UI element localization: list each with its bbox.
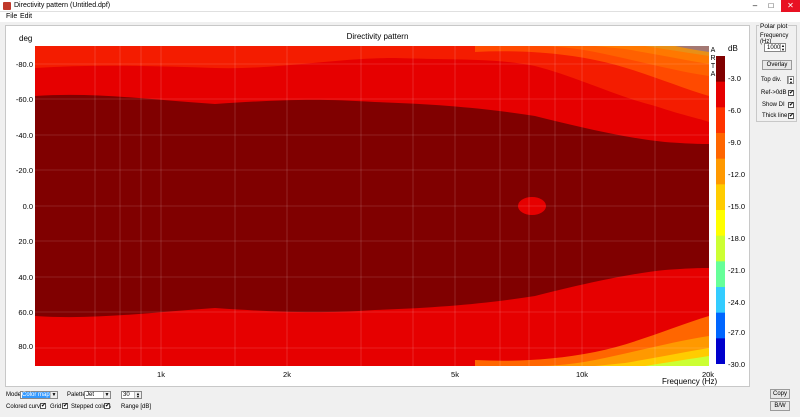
colorbar-tick: -24.0 [728,298,746,307]
grid-label: Grid [50,404,62,410]
colorbar-tick: -3.0 [728,74,741,83]
frequency-spinner[interactable]: 1000 ▲ ▼ [764,43,786,52]
x-tick: 5k [451,370,459,379]
spinner-arrows-icon[interactable]: ▲ ▼ [780,44,785,51]
copy-button[interactable]: Copy [770,389,790,399]
mode-select[interactable]: Color map ▼ [20,391,58,399]
overlay-button[interactable]: Overlay [762,60,792,70]
checkmark-icon: ✔ [105,403,111,409]
y-axis-label: deg [19,34,33,43]
colorbar-label: dB [728,44,738,53]
palette-label: Palette [67,392,86,398]
range-label: Range [dB] [121,404,152,410]
maximize-button[interactable]: □ [763,0,779,12]
checkmark-icon: ✔ [789,90,795,96]
top-div-spinner[interactable]: ▲ ▼ [787,76,794,84]
colorbar-segment [716,287,725,314]
menu-file[interactable]: File [6,13,17,20]
x-tick: 10k [575,370,589,379]
spinner-arrows-icon[interactable]: ▲ ▼ [788,77,793,84]
show-label: Show DI [762,102,785,108]
menu-bar: File Edit [0,12,800,22]
colorbar-tick: -18.0 [728,234,746,243]
chevron-down-icon[interactable]: ▼ [103,392,110,398]
colorbar-segment [716,261,725,288]
colorbar-segment [716,107,725,134]
x-tick: 1k [157,370,165,379]
range-spinner[interactable]: 30 ▲ ▼ [121,391,142,399]
y-tick: -60.0 [15,95,33,104]
x-tick: 2k [283,370,291,379]
colorbar-tick: -9.0 [728,138,741,147]
palette-select[interactable]: Jet ▼ [84,391,111,399]
close-button[interactable]: ✕ [781,0,800,12]
colorbar-segment [716,210,725,237]
grid-checkbox[interactable]: ✔ [62,403,68,409]
ref-checkbox[interactable]: ✔ [788,90,794,96]
y-tick: -80.0 [15,60,33,69]
colorbar-segment [716,158,725,185]
checkmark-icon: ✔ [63,403,69,409]
colorbar-tick: -30.0 [728,360,746,369]
colorbar-segment [716,312,725,339]
x-axis-label: Frequency (Hz) [662,377,718,386]
colorbar-tick: -6.0 [728,106,741,115]
colorbar [716,56,725,364]
bottom-controls: Mode Color map ▼ Palette Jet ▼ 30 ▲ ▼ Colore… [0,388,800,417]
colorbar-tick: -27.0 [728,328,746,337]
y-tick: 40.0 [18,273,33,282]
polar-plot-group-title: Polar plot [759,23,789,30]
show-checkbox[interactable]: ✔ [788,102,794,108]
y-tick: 0.0 [22,202,33,211]
colorbar-segment [716,81,725,108]
checkmark-icon: ✔ [789,113,795,119]
y-tick: 80.0 [18,342,33,351]
y-tick: 60.0 [18,308,33,317]
colorbar-segment [716,338,725,364]
checkmark-icon: ✔ [789,102,795,108]
window-title: Directivity pattern (Untitled.dpf) [14,2,111,9]
colored-curves-checkbox[interactable]: ✔ [40,403,46,409]
y-tick: 20.0 [18,237,33,246]
plot-title: Directivity pattern [346,32,409,41]
spinner-arrows-icon[interactable]: ▲ ▼ [134,392,141,399]
y-tick: -20.0 [15,166,33,175]
colorbar-segment [716,235,725,262]
ref-label: Ref->0dB [761,90,787,96]
colorbar-tick: -12.0 [728,170,746,179]
colorbar-tick: -15.0 [728,202,746,211]
mode-label: Mode [6,392,22,398]
thick-checkbox[interactable]: ✔ [788,113,794,119]
colorbar-segment [716,56,725,83]
menu-edit[interactable]: Edit [20,13,32,20]
stepped-colors-checkbox[interactable]: ✔ [104,403,110,409]
colorbar-tick: -21.0 [728,266,746,275]
colorbar-segment [716,184,725,211]
colorbar-segment [716,133,725,160]
y-tick: -40.0 [15,131,33,140]
title-bar: Directivity pattern (Untitled.dpf) – □ ✕ [0,0,800,12]
directivity-color-map [35,46,709,366]
checkmark-icon: ✔ [41,403,47,409]
bw-button[interactable]: B/W [770,401,790,411]
top-div-label: Top div. [761,77,782,83]
minimize-button[interactable]: – [747,0,763,12]
app-icon [3,2,11,10]
polar-plot-panel: Polar plot Frequency (Hz) 1000 ▲ ▼ Overla… [756,23,797,122]
chevron-down-icon[interactable]: ▼ [50,392,57,398]
thick-label: Thick line [762,113,788,119]
